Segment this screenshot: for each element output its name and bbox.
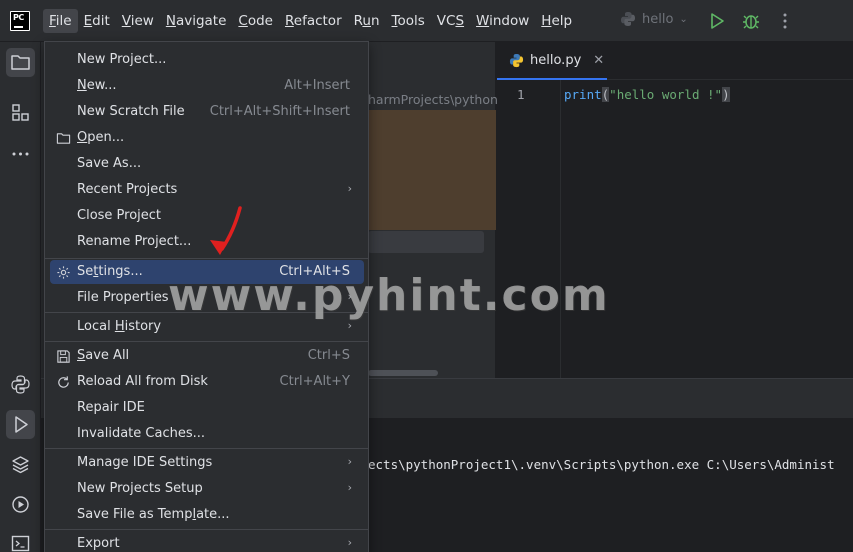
run-configuration-selector[interactable]: hello ⌄ xyxy=(620,11,688,27)
menu-item-new-scratch-file[interactable]: New Scratch File Ctrl+Alt+Shift+Insert xyxy=(50,100,364,124)
structure-tool-button[interactable] xyxy=(6,98,35,127)
tab-hello-py[interactable]: hello.py ✕ xyxy=(497,42,607,80)
menu-item-recent-projects[interactable]: Recent Projects › xyxy=(50,178,364,202)
chevron-right-icon: › xyxy=(347,182,352,195)
menu-refactor[interactable]: Refactor xyxy=(279,9,348,33)
watermark-text: www.pyhint.com xyxy=(168,270,610,321)
menu-separator xyxy=(45,341,368,342)
menu-item-new-project[interactable]: New Project... xyxy=(50,48,364,72)
run-tool-button[interactable] xyxy=(6,410,35,439)
project-tool-button[interactable] xyxy=(6,48,35,77)
menu-item-save-file-as-template[interactable]: Save File as Template... xyxy=(50,503,364,527)
title-bar: PC File Edit View Navigate Code Refactor… xyxy=(0,0,853,42)
menu-code[interactable]: Code xyxy=(232,9,279,33)
menu-item-repair-ide[interactable]: Repair IDE xyxy=(50,396,364,420)
menu-file[interactable]: File xyxy=(43,9,78,33)
more-horizontal-icon xyxy=(12,152,29,156)
services-button[interactable] xyxy=(6,490,35,519)
project-path-text: harmProjects\python xyxy=(368,92,498,107)
python-file-icon xyxy=(509,53,524,67)
menu-item-new[interactable]: New... Alt+Insert xyxy=(50,74,364,98)
main-menu-bar: File Edit View Navigate Code Refactor Ru… xyxy=(43,9,578,33)
menu-item-manage-ide-settings[interactable]: Manage IDE Settings › xyxy=(50,451,364,475)
menu-item-reload-all[interactable]: Reload All from Disk Ctrl+Alt+Y xyxy=(50,370,364,394)
python-console-button[interactable] xyxy=(6,370,35,399)
tab-label: hello.py xyxy=(530,52,582,68)
project-tree-highlight xyxy=(368,110,496,230)
folder-icon xyxy=(56,133,71,144)
project-tree-row[interactable] xyxy=(368,231,484,253)
menu-edit[interactable]: Edit xyxy=(78,9,116,33)
reload-icon xyxy=(58,376,69,388)
close-icon[interactable]: ✕ xyxy=(593,53,604,68)
chevron-down-icon: ⌄ xyxy=(679,13,688,25)
more-actions-icon[interactable] xyxy=(775,11,795,31)
red-annotation-arrow xyxy=(210,206,242,255)
menu-vcs[interactable]: VCS xyxy=(431,9,470,33)
terminal-button[interactable] xyxy=(6,529,35,552)
menu-separator xyxy=(45,529,368,530)
left-tool-strip xyxy=(0,42,41,552)
run-play-icon[interactable] xyxy=(707,11,727,31)
menu-item-open[interactable]: Open... xyxy=(50,126,364,150)
debug-bug-icon[interactable] xyxy=(741,11,761,31)
pycharm-logo-icon[interactable]: PC xyxy=(10,11,30,31)
menu-item-save-all[interactable]: Save All Ctrl+S xyxy=(50,344,364,368)
chevron-right-icon: › xyxy=(347,481,352,494)
gear-icon xyxy=(57,266,70,279)
horizontal-scrollbar[interactable] xyxy=(368,370,438,376)
editor-area: hello.py ✕ 1 print("hello world !") xyxy=(497,42,853,378)
editor-tab-bar: hello.py ✕ xyxy=(497,42,853,80)
more-tools-button[interactable] xyxy=(6,139,35,168)
python-config-icon xyxy=(621,12,635,26)
chevron-right-icon: › xyxy=(347,536,352,549)
chevron-right-icon: › xyxy=(347,455,352,468)
menu-help[interactable]: Help xyxy=(535,9,578,33)
layers-icon xyxy=(12,456,29,474)
python-packages-button[interactable] xyxy=(6,450,35,479)
menu-navigate[interactable]: Navigate xyxy=(160,9,233,33)
menu-run[interactable]: Run xyxy=(348,9,386,33)
folder-icon xyxy=(11,55,30,70)
menu-window[interactable]: Window xyxy=(470,9,535,33)
menu-item-save-as[interactable]: Save As... xyxy=(50,152,364,176)
python-console-icon xyxy=(11,375,30,394)
logo-text: PC xyxy=(13,13,24,22)
line-number: 1 xyxy=(517,87,525,102)
structure-icon xyxy=(12,104,29,121)
menu-item-invalidate-caches[interactable]: Invalidate Caches... xyxy=(50,422,364,446)
save-icon xyxy=(57,350,70,363)
menu-view[interactable]: View xyxy=(116,9,160,33)
menu-separator xyxy=(45,448,368,449)
run-output-text: ects\pythonProject1\.venv\Scripts\python… xyxy=(368,457,835,472)
services-icon xyxy=(12,496,29,513)
code-line[interactable]: print("hello world !") xyxy=(564,87,730,102)
menu-item-new-projects-setup[interactable]: New Projects Setup › xyxy=(50,477,364,501)
run-config-name: hello xyxy=(642,11,674,27)
run-icon xyxy=(15,416,28,433)
menu-item-export[interactable]: Export › xyxy=(50,532,364,552)
terminal-icon xyxy=(11,535,30,552)
menu-tools[interactable]: Tools xyxy=(386,9,431,33)
line-number-gutter xyxy=(497,80,561,378)
